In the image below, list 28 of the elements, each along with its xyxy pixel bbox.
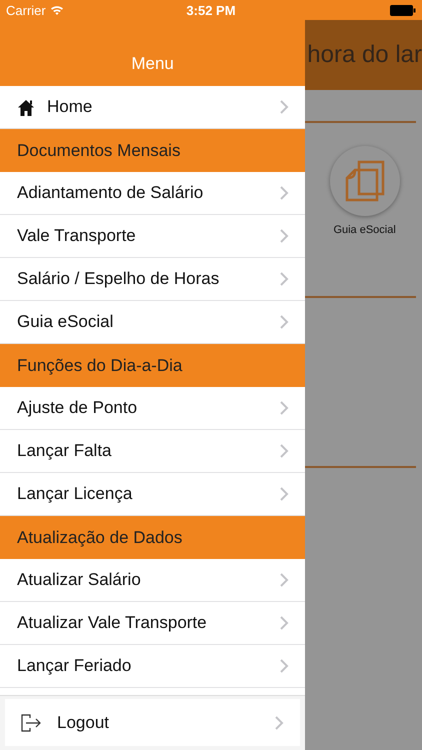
home-icon — [17, 98, 35, 116]
chevron-icon — [275, 716, 284, 730]
logout-icon — [21, 712, 43, 732]
menu-item[interactable]: Home — [0, 86, 306, 129]
battery-icon — [390, 4, 416, 16]
chevron-icon — [280, 186, 290, 200]
section-header: Funções do Dia-a-Dia — [0, 344, 306, 387]
section-header: Documentos Mensais — [0, 129, 306, 172]
wifi-icon — [50, 5, 64, 15]
chevron-icon — [280, 401, 290, 415]
chevron-icon — [280, 487, 290, 501]
chevron-icon — [280, 100, 290, 114]
chevron-icon — [280, 659, 290, 673]
document-icon — [344, 160, 385, 202]
chevron-icon — [280, 444, 290, 458]
carrier-label: Carrier — [6, 2, 46, 18]
chevron-icon — [280, 229, 290, 243]
status-time: 3:52 PM — [186, 2, 236, 18]
logout-item[interactable]: Logout — [5, 699, 300, 746]
chevron-icon — [280, 272, 290, 286]
chevron-icon — [280, 573, 290, 587]
section-header: Atualização de Dados — [0, 516, 306, 559]
chevron-icon — [280, 315, 290, 329]
tile-label: Guia eSocial — [333, 224, 396, 236]
chevron-icon — [280, 616, 290, 630]
app-title: hora do lar — [306, 41, 422, 69]
menu-title: Menu — [131, 54, 174, 74]
document-button[interactable] — [330, 146, 400, 216]
